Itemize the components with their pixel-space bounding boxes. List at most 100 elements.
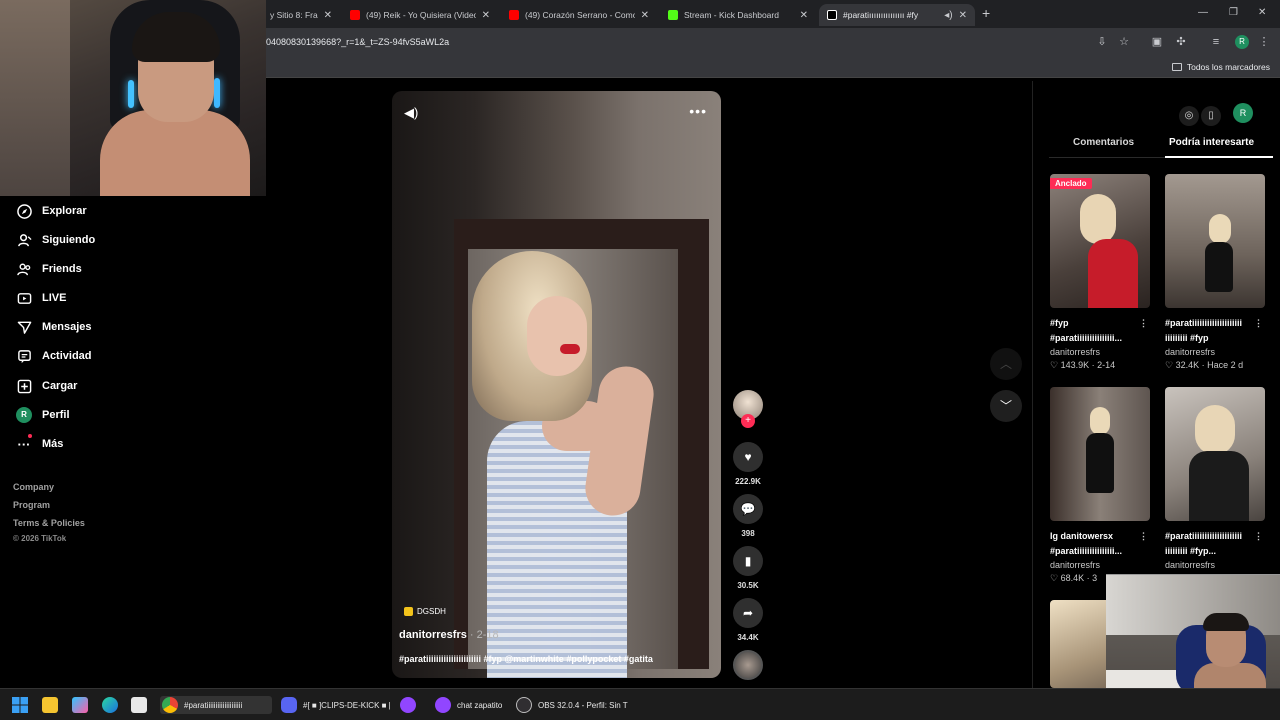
taskbar-label: chat zapatito xyxy=(457,700,503,710)
sidebar-item-actividad[interactable]: Actividad xyxy=(16,348,92,364)
more-icon: ··· xyxy=(16,434,32,452)
store-icon[interactable] xyxy=(131,696,147,714)
sidebar-item-live[interactable]: LIVE xyxy=(16,290,66,306)
close-icon[interactable]: ✕ xyxy=(800,10,808,21)
taskbar-chrome[interactable]: #paratiiiiiiiiiiiiiiiiiiii xyxy=(160,696,272,714)
sidebar-item-siguiendo[interactable]: Siguiendo xyxy=(16,232,95,248)
profile-avatar[interactable]: R xyxy=(1235,35,1249,49)
footer-link-program[interactable]: Program xyxy=(13,500,50,510)
extensions-icon[interactable]: ✣ xyxy=(1175,36,1187,48)
minimize-icon[interactable]: — xyxy=(1198,7,1208,18)
install-app-icon[interactable]: ⇩ xyxy=(1096,36,1108,48)
browser-tab-3[interactable]: (49) Corazón Serrano - Como S ✕ xyxy=(501,4,657,26)
sidebar-item-friends[interactable]: Friends xyxy=(16,261,82,277)
close-icon[interactable]: ✕ xyxy=(959,10,967,21)
share-count: 34.4K xyxy=(737,633,759,642)
follow-plus-icon[interactable]: + xyxy=(741,414,755,428)
bookmark-star-icon[interactable]: ☆ xyxy=(1118,36,1130,48)
suggested-video-card[interactable]: #paratiiiiiiiiiiiiiiiiiiii iiiiiiiii #fy… xyxy=(1165,387,1265,573)
tab-title: y Sitio 8: Franc xyxy=(270,10,318,20)
friends-icon xyxy=(16,261,32,277)
card-author[interactable]: danitorresfrs xyxy=(1165,560,1265,570)
volume-icon[interactable]: ◀) xyxy=(404,105,418,121)
discord-icon xyxy=(281,697,297,713)
kebab-menu-icon[interactable]: ⋮ xyxy=(1258,36,1270,48)
kebab-icon[interactable]: ⋮ xyxy=(1254,316,1263,331)
close-icon[interactable]: ✕ xyxy=(641,10,649,21)
footer-link-company[interactable]: Company xyxy=(13,482,54,492)
obs-icon xyxy=(516,697,532,713)
video-author[interactable]: danitorresfrs · 2-18 xyxy=(399,629,499,641)
next-video-button[interactable]: ﹀ xyxy=(990,390,1022,422)
video-caption[interactable]: #paratiiiiiiiiiiiiiiiiiiiiii #fyp @marti… xyxy=(399,654,714,664)
phone-icon[interactable]: ▯ xyxy=(1201,106,1221,126)
previous-video-button[interactable]: ︿ xyxy=(990,348,1022,380)
close-window-icon[interactable]: ✕ xyxy=(1258,7,1266,18)
taskbar-obs[interactable]: OBS 32.0.4 - Perfil: Sin T xyxy=(516,696,628,714)
taskbar-discord[interactable]: #[ ■ ]CLIPS-DE-KICK ■ | xyxy=(281,696,391,714)
upload-icon xyxy=(16,378,32,394)
playlist-icon[interactable]: ≡ xyxy=(1210,36,1222,48)
share-icon: ➦ xyxy=(733,598,763,628)
media-icon[interactable]: ▣ xyxy=(1151,36,1163,48)
share-button[interactable]: ➦ 34.4K xyxy=(732,598,764,642)
all-bookmarks-button[interactable]: Todos los marcadores xyxy=(1171,62,1270,72)
sidebar-item-mas[interactable]: ··· Más xyxy=(16,434,63,452)
badge-icon xyxy=(404,607,413,616)
copyright-text: © 2026 TikTok xyxy=(13,534,67,543)
kebab-icon[interactable]: ⋮ xyxy=(1139,316,1148,331)
sidebar-item-mensajes[interactable]: Mensajes xyxy=(16,319,92,335)
send-icon xyxy=(16,319,32,335)
browser-tab-active[interactable]: #paratiııııııııııııııı #fy ◂) ✕ xyxy=(819,4,975,26)
like-button[interactable]: ♥ 222.9K xyxy=(732,442,764,486)
video-thumbnail[interactable] xyxy=(1165,387,1265,521)
close-icon[interactable]: ✕ xyxy=(324,10,332,21)
taskbar-chat[interactable]: chat zapatito xyxy=(435,696,502,714)
music-disc-icon[interactable] xyxy=(733,650,763,680)
tab-podria-interesarte[interactable]: Podría interesarte xyxy=(1169,137,1254,148)
start-button[interactable] xyxy=(12,696,28,714)
youtube-icon xyxy=(350,10,360,20)
copilot-icon[interactable] xyxy=(72,696,88,714)
sidebar-item-label: Cargar xyxy=(42,380,78,392)
kebab-icon[interactable]: ⋮ xyxy=(1139,529,1148,544)
sidebar-item-explorar[interactable]: Explorar xyxy=(16,203,87,219)
browser-tab-4[interactable]: Stream - Kick Dashboard ✕ xyxy=(660,4,816,26)
card-author[interactable]: danitorresfrs xyxy=(1165,347,1265,357)
compass-icon[interactable]: ◎ xyxy=(1179,106,1199,126)
close-icon[interactable]: ✕ xyxy=(482,10,490,21)
tab-title: #paratiııııııııııııııı #fy xyxy=(843,10,919,20)
avatar[interactable]: R xyxy=(1233,103,1253,123)
footer-link-terms[interactable]: Terms & Policies xyxy=(13,518,85,528)
tab-title: (49) Corazón Serrano - Como S xyxy=(525,10,635,20)
file-explorer-icon[interactable] xyxy=(42,696,58,714)
sidebar-item-perfil[interactable]: R Perfil xyxy=(16,407,70,423)
suggested-video-card[interactable]: Anclado #fyp #paratiiiiiiiiiiiiiii... ⋮ d… xyxy=(1050,174,1150,371)
video-badge: DGSDH xyxy=(404,607,446,616)
browser-tab-2[interactable]: (49) Reik - Yo Quisiera (Video) ✕ xyxy=(342,4,498,26)
comment-button[interactable]: 💬 398 xyxy=(732,494,764,538)
video-thumbnail[interactable] xyxy=(1165,174,1265,308)
restore-icon[interactable]: ❐ xyxy=(1229,7,1238,18)
tab-title: Stream - Kick Dashboard xyxy=(684,10,779,20)
video-player[interactable]: ◀) ••• DGSDH danitorresfrs · 2-18 #parat… xyxy=(392,91,721,678)
avatar-icon: R xyxy=(16,407,32,423)
badge-label: DGSDH xyxy=(417,607,446,616)
save-button[interactable]: ▮ 30.5K xyxy=(732,546,764,590)
video-thumbnail[interactable] xyxy=(1050,387,1150,521)
browser-tab-1[interactable]: y Sitio 8: Franc ✕ xyxy=(262,4,340,26)
suggested-video-card[interactable]: Ig danitowersx #paratiiiiiiiiiiiiiii... ⋮… xyxy=(1050,387,1150,584)
tab-comentarios[interactable]: Comentarios xyxy=(1073,137,1134,148)
taskbar-twitch[interactable] xyxy=(400,696,416,714)
card-author[interactable]: danitorresfrs xyxy=(1050,347,1150,357)
card-author[interactable]: danitorresfrs xyxy=(1050,560,1150,570)
url-field[interactable]: 04080830139668?_r=1&_t=ZS-94fvS5aWL2a xyxy=(266,37,449,47)
suggested-video-card[interactable]: #paratiiiiiiiiiiiiiiiiiiii iiiiiiiii #fy… xyxy=(1165,174,1265,371)
more-options-icon[interactable]: ••• xyxy=(689,103,707,119)
author-name[interactable]: danitorresfrs xyxy=(399,629,467,641)
video-thumbnail[interactable]: Anclado xyxy=(1050,174,1150,308)
edge-icon[interactable] xyxy=(102,696,118,714)
kebab-icon[interactable]: ⋮ xyxy=(1254,529,1263,544)
new-tab-icon[interactable]: + xyxy=(982,5,990,21)
sidebar-item-cargar[interactable]: Cargar xyxy=(16,378,77,394)
